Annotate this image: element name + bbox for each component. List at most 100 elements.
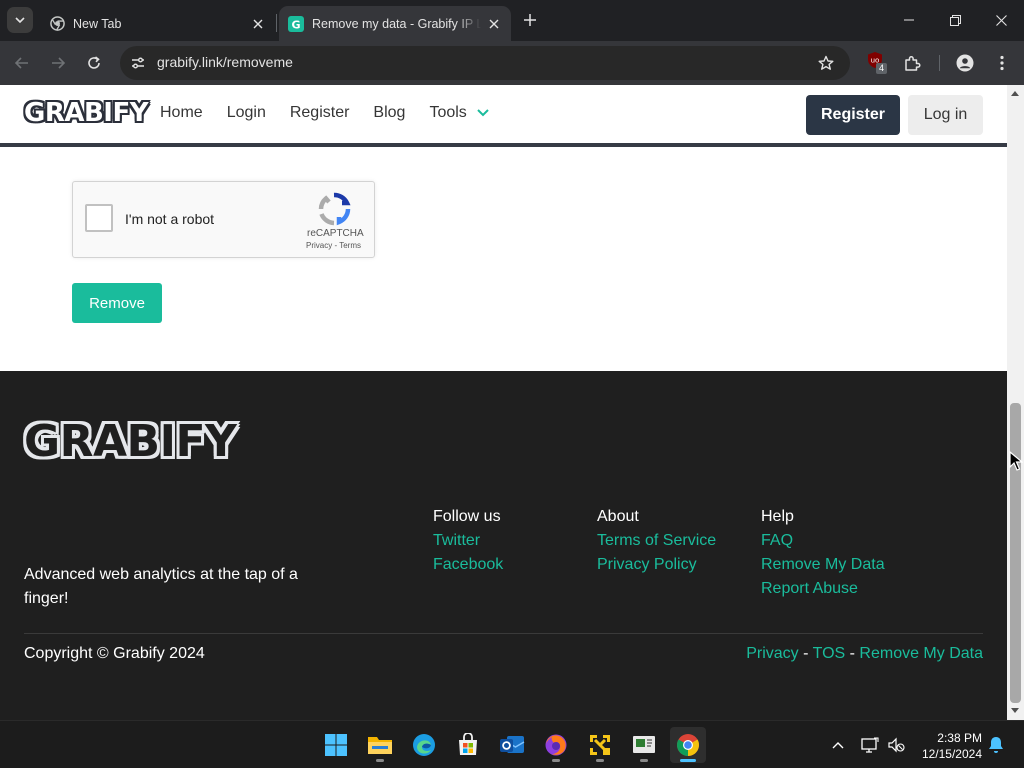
- footer-bottom-privacy-link[interactable]: Privacy: [746, 645, 798, 662]
- footer-grabify-logo: GRABIFY: [24, 416, 237, 467]
- nav-register-link[interactable]: Register: [290, 104, 350, 122]
- footer-copyright: Copyright © Grabify 2024: [24, 645, 205, 662]
- notification-bell-icon[interactable]: [986, 735, 1006, 755]
- clock-date: 12/15/2024: [921, 747, 982, 761]
- yellow-app-icon: [590, 735, 610, 755]
- footer-report-abuse-link[interactable]: Report Abuse: [761, 577, 885, 601]
- reload-button[interactable]: [80, 49, 108, 77]
- url-text: grabify.link/removeme: [157, 54, 293, 70]
- chrome-menu-button[interactable]: [988, 49, 1016, 77]
- footer-bottom-remove-data-link[interactable]: Remove My Data: [859, 645, 983, 662]
- page-scrollbar[interactable]: [1007, 85, 1024, 720]
- footer-help-heading: Help: [761, 508, 794, 525]
- site-info-icon[interactable]: [126, 51, 150, 75]
- footer-remove-data-link[interactable]: Remove My Data: [761, 553, 885, 577]
- footer-bottom-links: Privacy - TOS - Remove My Data: [746, 645, 983, 663]
- minimize-icon: [904, 19, 914, 21]
- footer-bottom-tos-link[interactable]: TOS: [813, 645, 846, 662]
- address-bar[interactable]: grabify.link/removeme: [120, 46, 850, 80]
- tab-title: New Tab: [73, 16, 122, 31]
- presentation-icon: [633, 736, 655, 753]
- scrollbar-thumb[interactable]: [1010, 403, 1021, 703]
- folder-icon: [368, 737, 392, 754]
- reload-icon: [88, 56, 100, 69]
- close-window-button[interactable]: [978, 0, 1024, 40]
- network-icon[interactable]: [860, 735, 880, 755]
- tab-remove-my-data[interactable]: G Remove my data - Grabify IP Lo: [279, 6, 511, 41]
- nav-login-link[interactable]: Login: [227, 104, 266, 122]
- taskbar-edge[interactable]: [406, 727, 442, 763]
- running-indicator: [596, 759, 604, 762]
- footer-about-column: About Terms of Service Privacy Policy: [597, 505, 716, 577]
- scroll-down-arrow-icon[interactable]: [1011, 708, 1019, 713]
- recaptcha-terms-links: Privacy - Terms: [306, 241, 361, 250]
- outlook-icon: [500, 736, 525, 753]
- recaptcha-checkbox[interactable]: [85, 204, 113, 232]
- footer-tos-link[interactable]: Terms of Service: [597, 529, 716, 553]
- svg-text:G: G: [291, 18, 300, 31]
- register-button[interactable]: Register: [806, 95, 900, 135]
- profile-button[interactable]: [951, 49, 979, 77]
- taskbar-chrome[interactable]: [670, 727, 706, 763]
- taskbar-slides-app[interactable]: [626, 727, 662, 763]
- ublock-extension-button[interactable]: uo 4: [866, 51, 890, 75]
- navbar-bottom-border: [0, 143, 1007, 147]
- footer-faq-link[interactable]: FAQ: [761, 529, 885, 553]
- mouse-cursor-icon: [1009, 451, 1023, 471]
- login-button[interactable]: Log in: [908, 95, 983, 135]
- footer-about-heading: About: [597, 508, 639, 525]
- puzzle-icon: [905, 55, 921, 71]
- store-icon: [459, 733, 477, 755]
- back-button[interactable]: [8, 49, 36, 77]
- nav-tools-label: Tools: [429, 104, 467, 121]
- edge-icon: [413, 734, 435, 756]
- footer-privacy-policy-link[interactable]: Privacy Policy: [597, 553, 716, 577]
- nav-tools-dropdown[interactable]: Tools: [429, 104, 489, 122]
- close-icon[interactable]: [485, 15, 503, 33]
- system-clock[interactable]: 2:38 PM 12/15/2024: [912, 730, 982, 762]
- tab-search-button[interactable]: [7, 7, 33, 33]
- running-indicator: [552, 759, 560, 762]
- footer-facebook-link[interactable]: Facebook: [433, 553, 503, 577]
- recaptcha-privacy-link[interactable]: Privacy: [306, 241, 332, 250]
- running-indicator: [640, 759, 648, 762]
- footer-tagline: Advanced web analytics at the tap of a f…: [24, 566, 298, 607]
- running-indicator: [680, 759, 696, 762]
- windows-taskbar: 2:38 PM 12/15/2024: [0, 720, 1024, 768]
- close-icon: [995, 14, 1007, 26]
- nav-home-link[interactable]: Home: [160, 104, 203, 122]
- footer-twitter-link[interactable]: Twitter: [433, 529, 503, 553]
- new-tab-button[interactable]: [518, 8, 542, 32]
- site-navbar: GRABIFY Home Login Register Blog Tools R…: [0, 85, 1007, 143]
- footer-follow-column: Follow us Twitter Facebook: [433, 505, 503, 577]
- extension-badge: 4: [876, 63, 888, 74]
- windows-logo-icon: [325, 734, 347, 756]
- remove-button[interactable]: Remove: [72, 283, 162, 323]
- recaptcha-label: I'm not a robot: [125, 211, 215, 227]
- chrome-icon: [49, 16, 65, 32]
- close-icon[interactable]: [249, 15, 267, 33]
- restore-icon: [949, 14, 961, 26]
- restore-button[interactable]: [932, 0, 978, 40]
- grabify-logo[interactable]: GRABIFY: [24, 98, 149, 128]
- scroll-up-arrow-icon[interactable]: [1011, 91, 1019, 96]
- minimize-button[interactable]: [886, 0, 932, 40]
- taskbar-microsoft-store[interactable]: [450, 727, 486, 763]
- taskbar-firefox[interactable]: [538, 727, 574, 763]
- tray-overflow-chevron-icon[interactable]: [828, 735, 848, 755]
- taskbar-yellow-app[interactable]: [582, 727, 618, 763]
- bookmark-star-icon[interactable]: [816, 53, 836, 73]
- tab-new-tab[interactable]: New Tab: [40, 6, 275, 41]
- volume-muted-icon[interactable]: [886, 735, 906, 755]
- extensions-button[interactable]: [898, 49, 926, 77]
- recaptcha-logo-icon: [318, 192, 351, 226]
- tab-separator: [276, 14, 277, 32]
- taskbar-file-explorer[interactable]: [362, 727, 398, 763]
- forward-button[interactable]: [44, 49, 72, 77]
- recaptcha-terms-link[interactable]: Terms: [339, 241, 361, 250]
- footer-bottom-separator: -: [845, 645, 860, 662]
- footer-follow-heading: Follow us: [433, 508, 501, 525]
- start-button[interactable]: [318, 727, 354, 763]
- taskbar-outlook[interactable]: [494, 727, 530, 763]
- nav-blog-link[interactable]: Blog: [373, 104, 405, 122]
